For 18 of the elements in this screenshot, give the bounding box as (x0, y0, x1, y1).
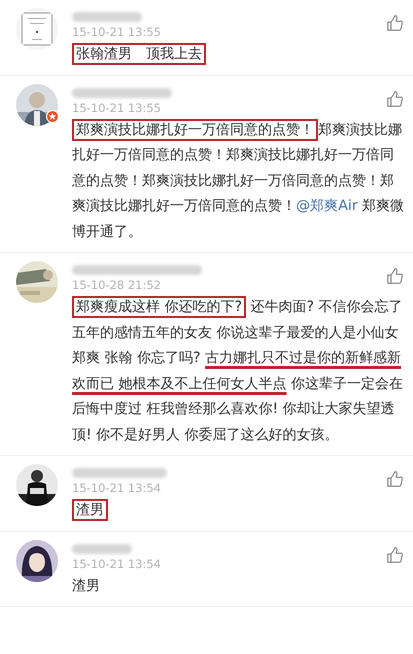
blurred-name (72, 12, 142, 22)
comment-time: 15-10-21 13:54 (72, 481, 162, 495)
blurred-name (72, 544, 132, 554)
comment-time: 15-10-21 13:55 (72, 25, 161, 39)
thumbs-up-icon[interactable] (386, 14, 404, 32)
comment-text: 郑爽演技比娜扎好一万倍同意的点赞！ 郑爽演技比娜扎好一万倍同意的点赞！郑爽演技比娜扎好一万倍同意的点赞！郑爽演技比娜扎好一万倍同意的点赞！郑爽演技比娜扎好一万倍同意的点赞！@郑爽Air 郑爽微博开通了。 (72, 118, 407, 245)
thumbs-up-icon[interactable] (386, 90, 404, 108)
thumbs-up-icon[interactable] (386, 267, 404, 285)
comment-time: 15-10-21 13:54 (72, 556, 161, 570)
comment-text: 张翰渣男 顶我上去 (72, 42, 407, 68)
comment-time: 15-10-21 13:55 (72, 100, 162, 114)
thumbs-up-icon[interactable] (386, 470, 404, 488)
comment-text: 郑爽瘦成这样 你还吃的下? 还牛肉面? 不信你会忘了五年的感情五年的女友 你说这辈子最爱的人是小仙女郑爽 张翰 你忘了吗? 古力娜扎只不过是你的新鲜感新欢而已 她根本及不上任何女人半点 你这辈子一定会在后悔中度过 枉我曾经那么喜欢你! 你却让大家失望透顶! 你不是好男人 你委屈了这么好的女孩。 (72, 295, 407, 448)
mention-link[interactable]: @郑爽Air (296, 198, 358, 214)
comment-time: 15-10-28 21:52 (72, 278, 162, 292)
comment-text: 渣男 (72, 498, 407, 524)
thumbs-up-icon[interactable] (386, 546, 404, 564)
comment-text: 渣男 (72, 576, 101, 596)
